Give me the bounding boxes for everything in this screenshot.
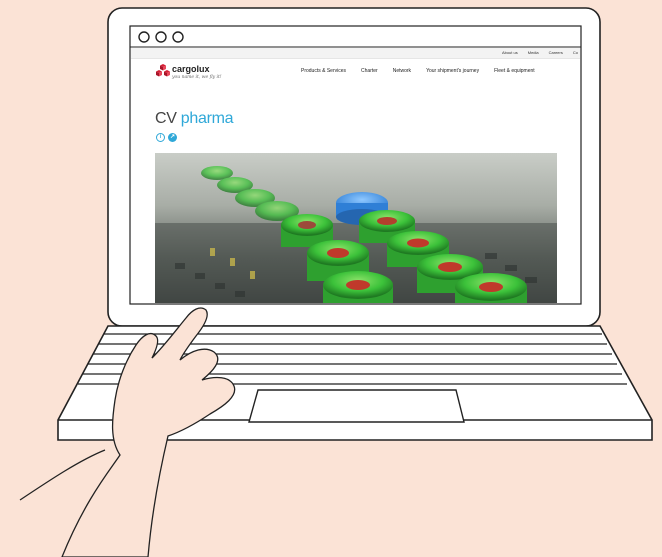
browser-viewport: About us Media Careers Co cargolux you n…	[131, 48, 580, 303]
page-title: CV pharma	[155, 110, 234, 128]
top-nav-about-us[interactable]: About us	[502, 49, 518, 57]
cargolux-logo[interactable]: cargolux you name it, we fly it!	[155, 62, 235, 88]
nav-shipment-journey[interactable]: Your shipment's journey	[426, 68, 479, 74]
main-nav: Products & Services Charter Network Your…	[301, 68, 535, 74]
info-icon[interactable]: i	[156, 133, 165, 142]
page-icons: i ↗	[156, 133, 177, 142]
top-nav-media[interactable]: Media	[528, 49, 539, 57]
pharma-vials-photo	[155, 166, 557, 303]
close-window-button	[138, 31, 150, 43]
nav-fleet-equipment[interactable]: Fleet & equipment	[494, 68, 535, 74]
minimize-window-button	[155, 31, 167, 43]
brand-tagline: you name it, we fly it!	[172, 75, 222, 80]
page-title-main: CV	[155, 110, 177, 127]
nav-network[interactable]: Network	[393, 68, 411, 74]
nav-products-services[interactable]: Products & Services	[301, 68, 346, 74]
top-nav-contact[interactable]: Co	[573, 49, 578, 57]
page-title-accent: pharma	[180, 110, 234, 127]
cubes-logo-icon	[156, 64, 170, 77]
top-nav: About us Media Careers Co	[502, 49, 580, 57]
top-nav-careers[interactable]: Careers	[549, 49, 563, 57]
touchpad	[248, 389, 465, 423]
hero-image	[155, 153, 557, 303]
top-utility-bar: About us Media Careers Co	[131, 48, 580, 59]
nav-charter[interactable]: Charter	[361, 68, 378, 74]
share-icon[interactable]: ↗	[168, 133, 177, 142]
brand-name: cargolux	[172, 64, 210, 74]
maximize-window-button	[172, 31, 184, 43]
